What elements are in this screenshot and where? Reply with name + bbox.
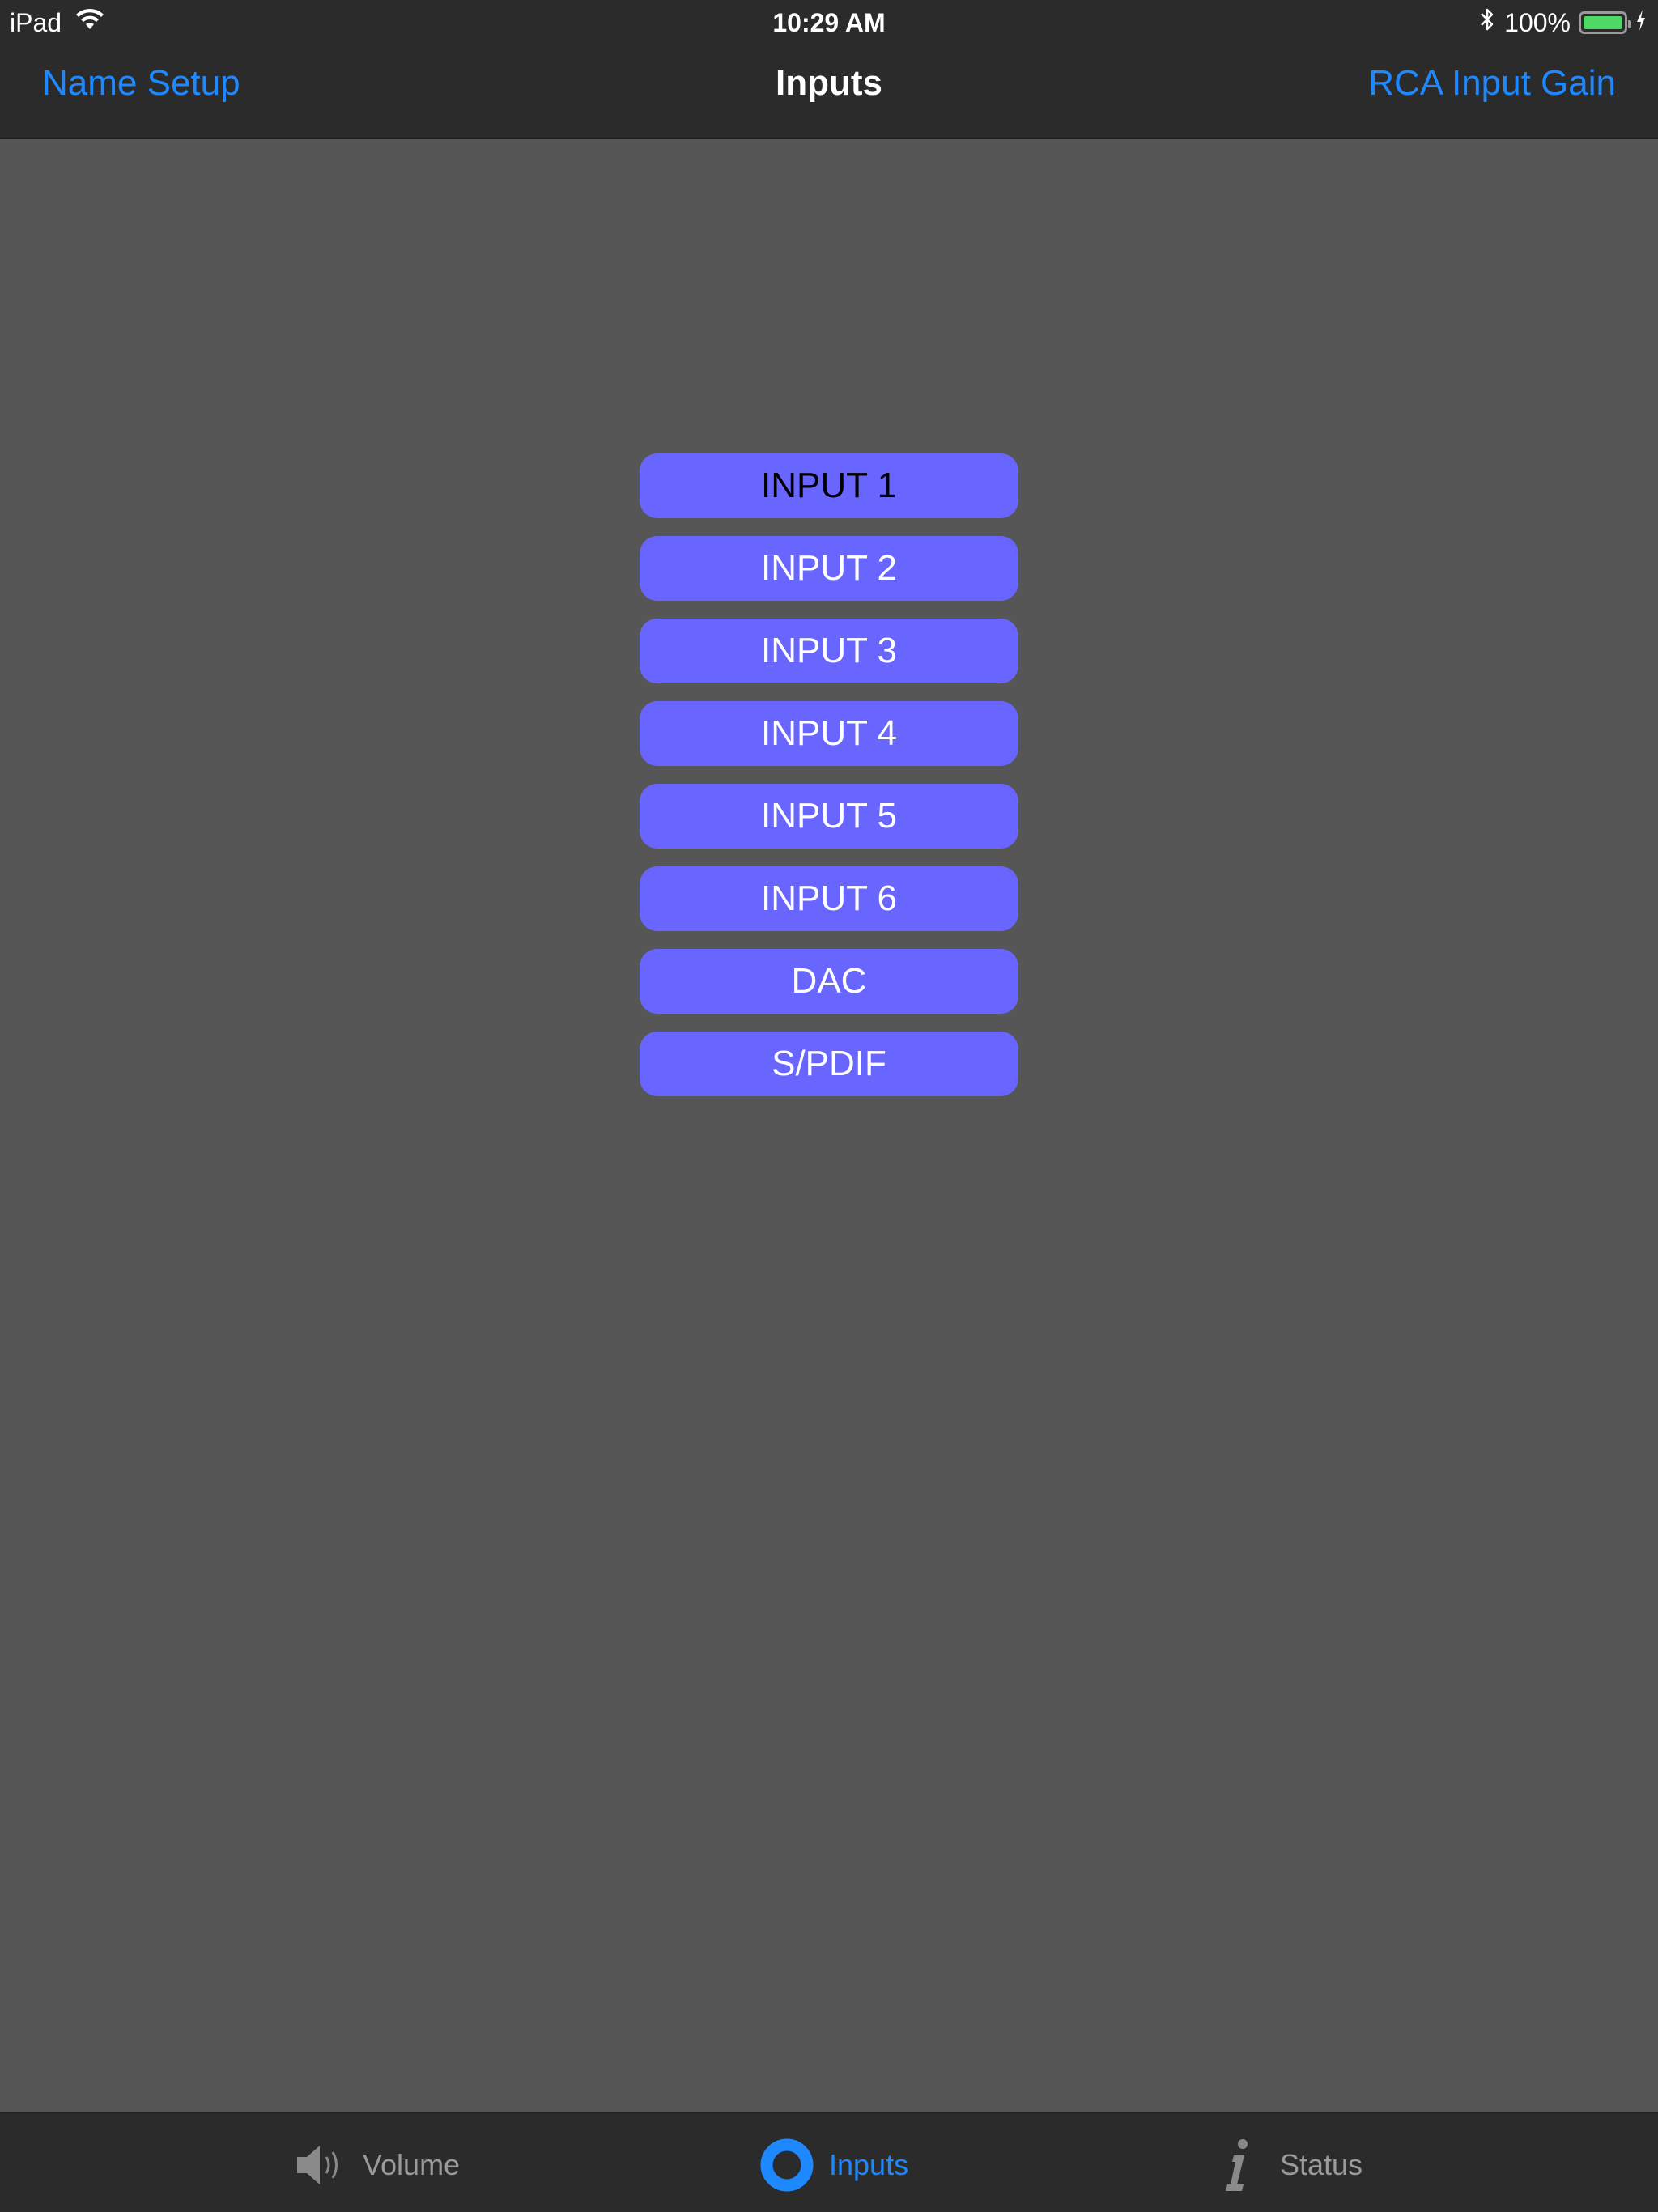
speaker-icon [293, 2138, 348, 2193]
battery-icon [1579, 11, 1631, 34]
input-button-spdif[interactable]: S/PDIF [640, 1032, 1018, 1096]
status-time: 10:29 AM [772, 8, 886, 37]
input-button-1[interactable]: INPUT 1 [640, 453, 1018, 518]
status-bar: iPad 10:29 AM 100% [0, 0, 1658, 44]
battery-fill [1584, 16, 1622, 29]
input-list: INPUT 1 INPUT 2 INPUT 3 INPUT 4 INPUT 5 … [640, 453, 1018, 1114]
input-button-5[interactable]: INPUT 5 [640, 784, 1018, 849]
main-content: INPUT 1 INPUT 2 INPUT 3 INPUT 4 INPUT 5 … [0, 139, 1658, 2112]
navigation-bar: Name Setup Inputs RCA Input Gain [0, 44, 1658, 139]
input-button-4[interactable]: INPUT 4 [640, 701, 1018, 766]
input-button-2[interactable]: INPUT 2 [640, 536, 1018, 601]
ring-icon [759, 2138, 814, 2193]
tab-volume-label: Volume [363, 2148, 461, 2181]
input-button-dac[interactable]: DAC [640, 949, 1018, 1014]
battery-percent: 100% [1504, 7, 1571, 37]
charging-bolt-icon [1635, 8, 1647, 38]
tab-inputs-label: Inputs [829, 2148, 909, 2181]
tab-status[interactable]: Status [1210, 2138, 1363, 2193]
tab-inputs[interactable]: Inputs [759, 2138, 908, 2193]
tab-status-label: Status [1280, 2148, 1363, 2181]
rca-input-gain-button[interactable]: RCA Input Gain [1368, 63, 1616, 104]
info-icon [1210, 2138, 1265, 2193]
input-button-6[interactable]: INPUT 6 [640, 866, 1018, 931]
status-bar-right: 100% [1478, 6, 1647, 39]
tab-bar: Volume Inputs Status [0, 2112, 1658, 2212]
tab-volume[interactable]: Volume [293, 2138, 460, 2193]
input-button-3[interactable]: INPUT 3 [640, 619, 1018, 683]
bluetooth-icon [1478, 6, 1496, 39]
